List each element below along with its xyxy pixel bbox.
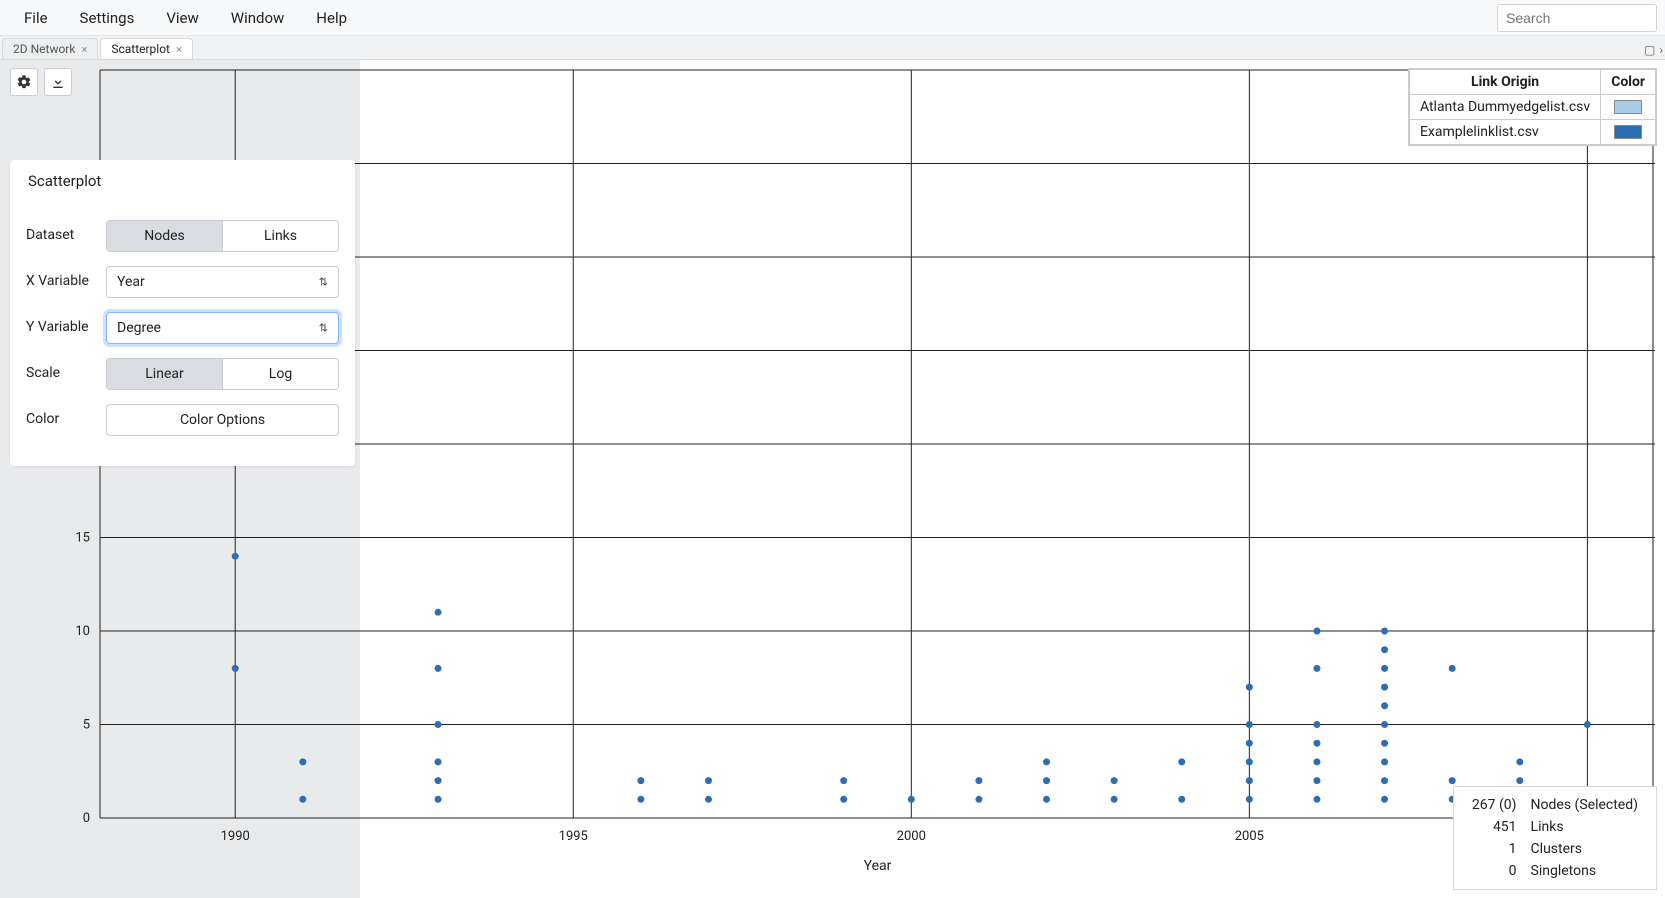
legend-color-swatch <box>1614 100 1642 114</box>
dataset-segmented: Nodes Links <box>106 220 339 252</box>
scale-log-button[interactable]: Log <box>222 359 338 389</box>
content-area: 051015201990199520002005YearDegree Scatt… <box>0 60 1665 898</box>
tabbar: 2D Network × Scatterplot × ▢ › <box>0 36 1665 60</box>
scale-label: Scale <box>26 365 106 383</box>
stats-label: Singletons <box>1525 861 1644 881</box>
download-icon <box>50 74 66 90</box>
legend-color-swatch <box>1614 125 1642 139</box>
tab-label: Scatterplot <box>111 42 170 56</box>
gear-icon <box>16 74 32 90</box>
dataset-links-button[interactable]: Links <box>222 221 338 251</box>
color-options-button[interactable]: Color Options <box>106 404 339 436</box>
menu-item-window[interactable]: Window <box>215 3 301 33</box>
stats-label: Clusters <box>1525 839 1644 859</box>
legend-header-origin[interactable]: Link Origin <box>1409 70 1600 95</box>
legend-color-cell <box>1601 95 1656 120</box>
chart-toolbar <box>10 68 72 96</box>
close-icon[interactable]: × <box>176 43 182 56</box>
download-button[interactable] <box>44 68 72 96</box>
svg-text:2000: 2000 <box>897 829 926 844</box>
menu-item-settings[interactable]: Settings <box>64 3 151 33</box>
stats-label: Nodes (Selected) <box>1525 795 1644 815</box>
close-icon[interactable]: × <box>81 43 87 56</box>
legend-origin-cell: Atlanta Dummyedgelist.csv <box>1409 95 1600 120</box>
tab-2d-network[interactable]: 2D Network × <box>2 38 98 59</box>
legend-row[interactable]: Atlanta Dummyedgelist.csv <box>1409 95 1655 120</box>
legend-color-cell <box>1601 120 1656 145</box>
settings-button[interactable] <box>10 68 38 96</box>
chevron-updown-icon: ⇅ <box>319 276 328 289</box>
search-input[interactable] <box>1497 4 1657 32</box>
stats-row: 267 (0)Nodes (Selected) <box>1466 795 1644 815</box>
stats-label: Links <box>1525 817 1644 837</box>
stats-value: 1 <box>1466 839 1523 859</box>
y-variable-value: Degree <box>117 320 161 336</box>
color-label: Color <box>26 411 106 429</box>
panel-tabs: Scatterplot <box>10 160 355 200</box>
chevron-updown-icon: ⇅ <box>319 322 328 335</box>
dataset-nodes-button[interactable]: Nodes <box>107 221 222 251</box>
y-variable-label: Y Variable <box>26 319 106 337</box>
window-maximize-icon[interactable]: ▢ <box>1644 43 1655 57</box>
x-variable-label: X Variable <box>26 273 106 291</box>
window-next-icon[interactable]: › <box>1659 43 1663 57</box>
panel-tab-scatterplot[interactable]: Scatterplot <box>10 160 119 200</box>
tab-scatterplot[interactable]: Scatterplot × <box>100 38 193 59</box>
svg-text:0: 0 <box>83 811 90 826</box>
stats-value: 451 <box>1466 817 1523 837</box>
stats-row: 451Links <box>1466 817 1644 837</box>
control-panel: Scatterplot Dataset Nodes Links X Variab… <box>10 160 355 466</box>
legend-header-color[interactable]: Color <box>1601 70 1656 95</box>
stats-row: 1Clusters <box>1466 839 1644 859</box>
scale-segmented: Linear Log <box>106 358 339 390</box>
scale-linear-button[interactable]: Linear <box>107 359 222 389</box>
svg-text:10: 10 <box>75 624 90 639</box>
svg-text:2005: 2005 <box>1235 829 1264 844</box>
stats-row: 0Singletons <box>1466 861 1644 881</box>
menu-item-view[interactable]: View <box>150 3 214 33</box>
legend-row[interactable]: Examplelinklist.csv <box>1409 120 1655 145</box>
svg-text:15: 15 <box>75 531 90 546</box>
dataset-label: Dataset <box>26 227 106 245</box>
svg-text:5: 5 <box>83 718 90 733</box>
legend: Link Origin Color Atlanta Dummyedgelist.… <box>1408 68 1657 146</box>
tabbar-window-controls: ▢ › <box>1644 43 1663 57</box>
stats-panel: 267 (0)Nodes (Selected)451Links1Clusters… <box>1453 786 1657 890</box>
legend-origin-cell: Examplelinklist.csv <box>1409 120 1600 145</box>
tab-label: 2D Network <box>13 42 75 56</box>
stats-value: 267 (0) <box>1466 795 1523 815</box>
svg-text:Year: Year <box>864 858 892 874</box>
x-variable-select[interactable]: Year ⇅ <box>106 266 339 298</box>
menu-item-file[interactable]: File <box>8 3 64 33</box>
menubar: FileSettingsViewWindowHelp <box>0 0 1665 36</box>
y-variable-select[interactable]: Degree ⇅ <box>106 312 339 344</box>
menu-item-help[interactable]: Help <box>300 3 363 33</box>
svg-text:1995: 1995 <box>559 829 588 844</box>
stats-value: 0 <box>1466 861 1523 881</box>
x-variable-value: Year <box>117 274 145 290</box>
svg-text:1990: 1990 <box>221 829 250 844</box>
